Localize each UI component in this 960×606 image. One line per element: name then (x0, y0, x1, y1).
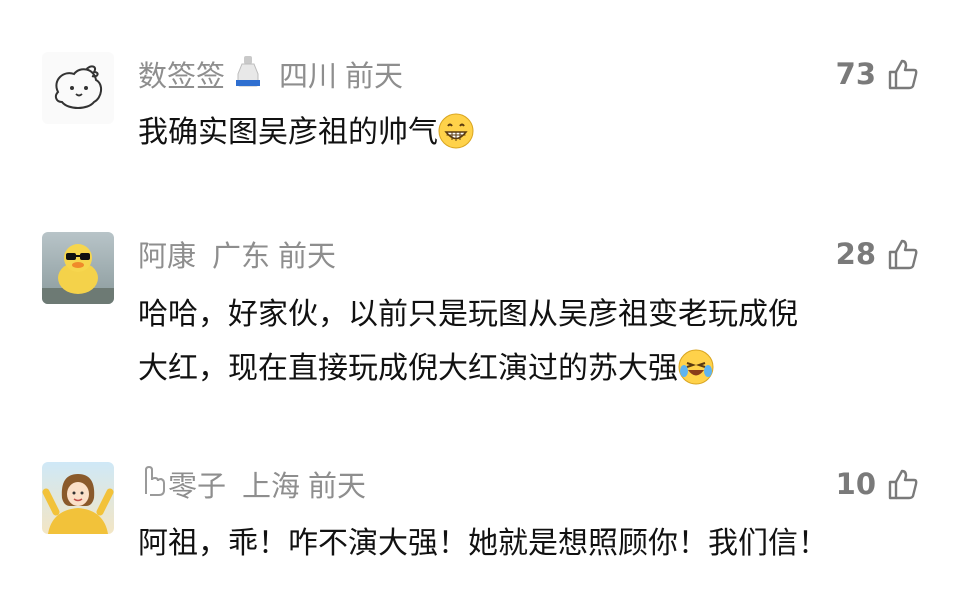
like-count: 73 (835, 57, 876, 91)
like-count: 28 (835, 237, 876, 271)
username[interactable]: 阿康 (138, 233, 196, 275)
location: 四川 (279, 59, 338, 93)
timestamp: 前天 (345, 59, 404, 93)
like-button[interactable]: 10 (836, 462, 920, 506)
comment-text: 阿祖，乖！咋不演大强！她就是想照顾你！我们信！ (138, 517, 908, 571)
bottle-icon (233, 54, 263, 95)
thumbs-up-icon (888, 469, 918, 500)
comment-text: 我确实图吴彦祖的帅气 (138, 106, 908, 160)
comment-text: 哈哈，好家伙，以前只是玩图从吴彦祖变老玩成倪 大红，现在直接玩成倪大红演过的苏大… (138, 288, 908, 396)
comment-meta: 数签签 四川 前天 (138, 52, 403, 96)
avatar[interactable] (42, 52, 114, 124)
like-button[interactable]: 28 (836, 232, 920, 276)
like-button[interactable]: 73 (836, 52, 920, 96)
comment-body: 阿祖，乖！咋不演大强！她就是想照顾你！我们信！ (138, 526, 828, 561)
timestamp: 前天 (308, 469, 367, 503)
thumbs-up-icon (888, 59, 918, 90)
location: 上海 (242, 469, 301, 503)
comment-body: 我确实图吴彦祖的帅气 (138, 115, 438, 150)
outline-finger-icon (138, 464, 168, 505)
doodle-avatar-icon (54, 65, 102, 109)
grin-emoji (438, 113, 474, 149)
like-count: 10 (835, 467, 876, 501)
comment-body-line: 大红，现在直接玩成倪大红演过的苏大强 (138, 342, 908, 396)
avatar[interactable] (42, 232, 114, 304)
comment-body-line: 哈哈，好家伙，以前只是玩图从吴彦祖变老玩成倪 (138, 297, 798, 332)
avatar[interactable] (42, 462, 114, 534)
girl-avatar-icon (42, 474, 114, 534)
username[interactable]: 零子 (168, 463, 226, 505)
location: 广东 (212, 239, 271, 273)
comment-meta: 零子 上海 前天 (138, 462, 366, 506)
laugh-cry-emoji (678, 349, 714, 385)
thumbs-up-icon (888, 239, 918, 270)
comment-body-line-text: 大红，现在直接玩成倪大红演过的苏大强 (138, 351, 678, 386)
username[interactable]: 数签签 (138, 53, 225, 95)
timestamp: 前天 (278, 239, 337, 273)
duck-avatar-icon (42, 244, 114, 304)
comment-meta: 阿康 广东 前天 (138, 232, 336, 276)
